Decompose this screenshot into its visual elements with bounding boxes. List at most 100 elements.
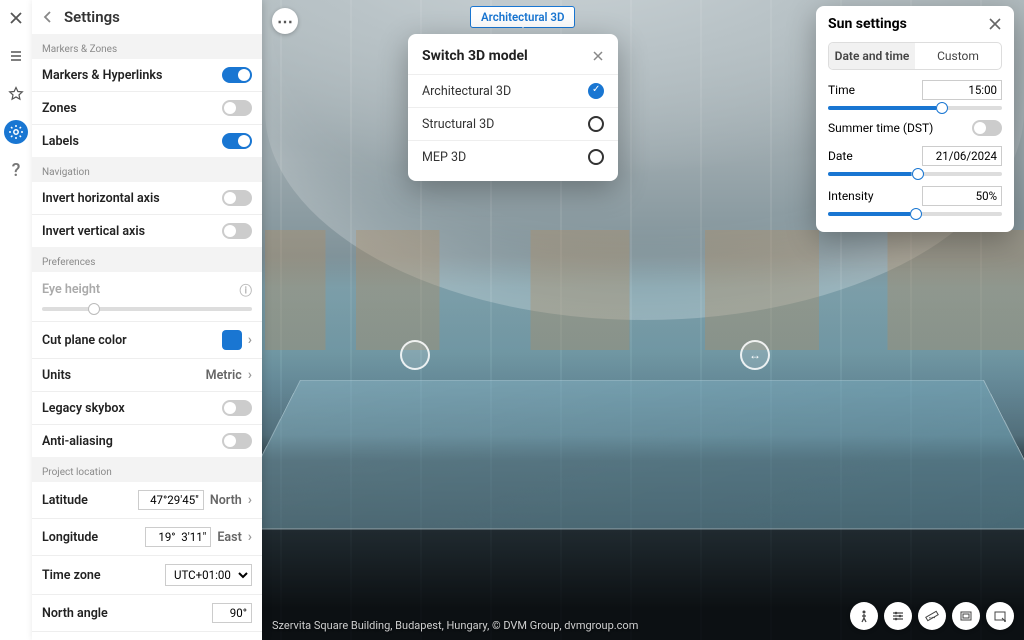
tab-custom[interactable]: Custom [915,43,1001,69]
model-pill-label: Architectural 3D [481,10,564,24]
label: Time [828,83,855,97]
sun-title: Sun settings [828,16,907,32]
field-intensity: Intensity [828,186,1002,216]
chevron-right-icon: › [248,332,252,348]
row-invert-v: Invert vertical axis [32,215,262,247]
units-value: Metric [206,368,242,383]
gear-icon[interactable] [4,120,28,144]
toggle-invert-v[interactable] [222,223,252,239]
north-angle-input[interactable] [212,603,252,623]
row-legacy-skybox: Legacy skybox [32,392,262,425]
settings-header: Settings [32,0,262,34]
settings-panel: Settings Markers & Zones Markers & Hyper… [32,0,262,640]
label: Markers & Hyperlinks [42,68,162,83]
viewport-credit: Szervita Square Building, Budapest, Hung… [272,619,638,632]
hotspot-marker[interactable] [400,340,430,370]
label: Eye height [42,282,100,297]
chevron-right-icon: › [248,529,252,545]
row-zones: Zones [32,92,262,125]
latitude-input[interactable] [138,490,204,510]
row-timezone: Time zone UTC+01:00 [32,556,262,595]
row-invert-h: Invert horizontal axis [32,182,262,215]
toggle-markers-hyperlinks[interactable] [222,67,252,83]
toggle-invert-h[interactable] [222,190,252,206]
timezone-select[interactable]: UTC+01:00 [165,564,252,586]
radio-icon [588,116,604,132]
label: Zones [42,101,77,116]
color-swatch [222,330,242,350]
row-markers-hyperlinks: Markers & Hyperlinks [32,59,262,92]
label: Legacy skybox [42,401,125,416]
left-rail: ? [0,0,32,640]
row-north-angle: North angle [32,595,262,632]
date-input[interactable] [922,146,1002,166]
row-eye-height: Eye height ⓘ [32,272,262,322]
label: Summer time (DST) [828,121,933,135]
row-cut-plane-color[interactable]: Cut plane color › [32,322,262,359]
chevron-left-icon[interactable] [42,11,54,23]
chevron-right-icon: › [248,367,252,383]
chevron-right-icon: › [248,492,252,508]
settings-title: Settings [64,8,120,26]
section-navigation: Navigation [32,157,262,182]
toggle-dst[interactable] [972,120,1002,136]
section-preferences: Preferences [32,247,262,272]
star-icon[interactable] [4,82,28,106]
option-label: Architectural 3D [422,84,511,99]
measure-button[interactable] [918,602,946,630]
latitude-dir: North [210,493,242,508]
viewport-glass-railing [224,380,1024,529]
label: Time zone [42,568,101,583]
slider-intensity[interactable] [828,212,1002,216]
longitude-dir: East [217,530,241,545]
row-labels: Labels [32,125,262,157]
label: Longitude [42,530,98,545]
info-icon[interactable]: ⓘ [239,280,252,299]
time-input[interactable] [922,80,1002,100]
reset-location-link[interactable]: Reset default location [32,632,262,640]
toggle-labels[interactable] [222,133,252,149]
longitude-input[interactable] [145,527,211,547]
viewport-walls [265,230,1024,350]
label: Cut plane color [42,333,127,348]
toggle-zones[interactable] [222,100,252,116]
help-icon[interactable]: ? [4,158,28,182]
view-toolbar [850,602,1014,630]
slider-time[interactable] [828,106,1002,110]
close-icon[interactable] [988,17,1002,31]
close-icon[interactable] [592,50,604,62]
fullscreen-button[interactable] [986,602,1014,630]
field-date: Date [828,146,1002,176]
model-option-architectural[interactable]: Architectural 3D [408,74,618,107]
sun-settings-panel: Sun settings Date and time Custom Time S… [816,6,1014,232]
label: Anti-aliasing [42,434,113,449]
model-option-mep[interactable]: MEP 3D [408,140,618,173]
row-units[interactable]: Units Metric› [32,359,262,392]
screenshot-button[interactable] [952,602,980,630]
slider-date[interactable] [828,172,1002,176]
label: North angle [42,606,108,621]
toggle-legacy-skybox[interactable] [222,400,252,416]
row-anti-aliasing: Anti-aliasing [32,425,262,457]
intensity-input[interactable] [922,186,1002,206]
overflow-menu-button[interactable]: ⋯ [272,8,298,34]
model-pill[interactable]: Architectural 3D [470,6,575,28]
model-option-structural[interactable]: Structural 3D [408,107,618,140]
field-time: Time [828,80,1002,110]
sun-tabs: Date and time Custom [828,42,1002,70]
tab-date-time[interactable]: Date and time [829,43,915,69]
filters-button[interactable] [884,602,912,630]
row-latitude: Latitude North › [32,482,262,519]
field-dst: Summer time (DST) [828,120,1002,136]
label: Labels [42,134,79,149]
label: Invert vertical axis [42,224,145,239]
slider-eye-height[interactable] [42,307,252,311]
list-icon[interactable] [4,44,28,68]
toggle-anti-aliasing[interactable] [222,433,252,449]
option-label: Structural 3D [422,117,494,132]
label: Latitude [42,493,88,508]
radio-selected-icon [588,83,604,99]
walk-mode-button[interactable] [850,602,878,630]
close-icon[interactable] [4,6,28,30]
hotspot-marker[interactable]: ↔ [740,340,770,370]
